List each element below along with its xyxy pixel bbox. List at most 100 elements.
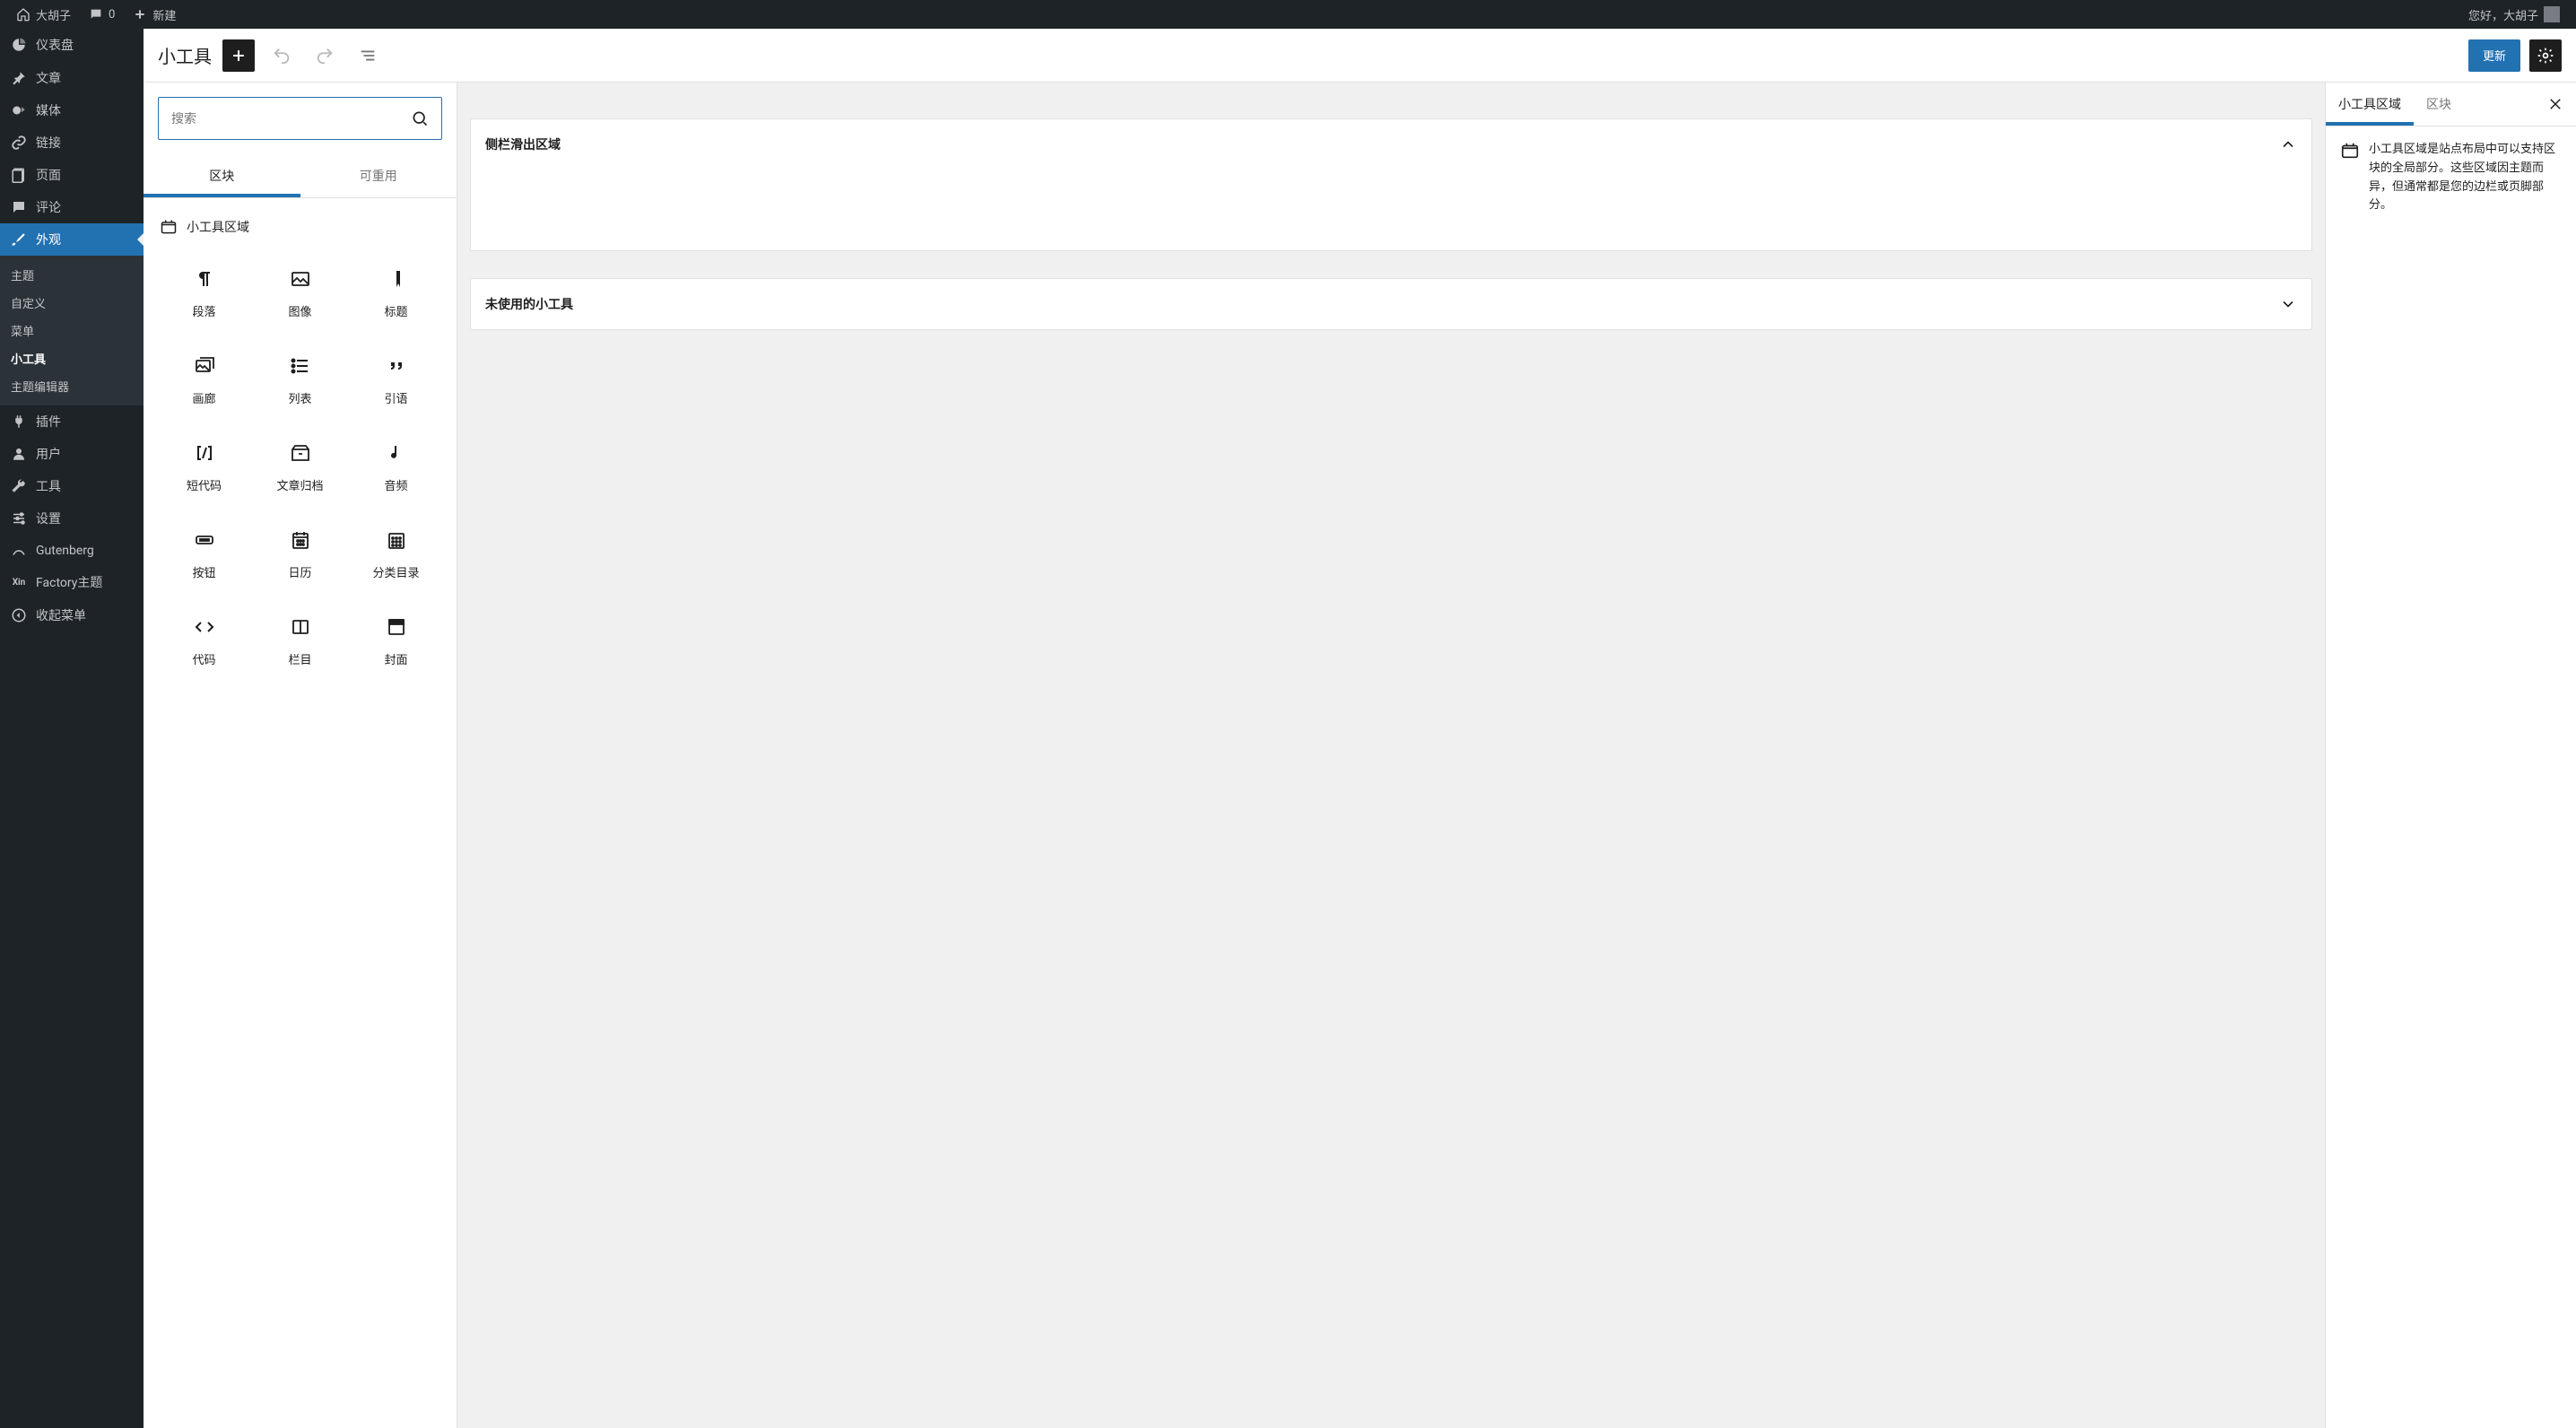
submenu-customize[interactable]: 自定义 [0,289,144,317]
sidebar-item-collapse[interactable]: 收起菜单 [0,599,144,631]
widget-area-slideout: 侧栏滑出区域 [470,118,2312,251]
update-button[interactable]: 更新 [2468,39,2520,72]
sidebar-item-label: 收起菜单 [36,606,86,624]
sidebar-item-media[interactable]: 媒体 [0,94,144,126]
comment-icon [89,7,103,22]
tab-widget-area[interactable]: 小工具区域 [2326,83,2414,126]
block-calendar[interactable]: 日历 [254,513,346,596]
submenu-theme-editor[interactable]: 主题编辑器 [0,372,144,400]
submenu-themes[interactable]: 主题 [0,261,144,289]
sidebar-item-settings[interactable]: 设置 [0,502,144,535]
settings-toggle-button[interactable] [2529,39,2562,72]
cover-icon [386,616,407,638]
sidebar-item-label: 设置 [36,509,61,527]
widget-area-title: 侧栏滑出区域 [485,135,561,153]
new-label: 新建 [152,6,176,23]
sidebar-item-label: 用户 [36,445,61,463]
block-grid: 段落 图像 标题 画廊 [158,252,442,684]
block-gallery[interactable]: 画廊 [158,339,250,422]
page-title: 小工具 [158,42,212,68]
avatar [2544,6,2560,22]
admin-bar: 大胡子 0 新建 您好，大胡子 [0,0,2576,29]
sidebar-item-appearance[interactable]: 外观 [0,223,144,256]
block-shortcode[interactable]: 短代码 [158,426,250,509]
chevron-down-icon [2279,295,2297,313]
add-block-button[interactable] [222,39,255,72]
sidebar-item-label: Factory主题 [36,573,102,591]
categories-icon [386,529,407,551]
tab-reusable[interactable]: 可重用 [300,154,457,197]
sidebar-item-posts[interactable]: 文章 [0,62,144,94]
comments-count: 0 [109,8,115,22]
sidebar-item-label: 链接 [36,134,61,152]
sidebar-item-label: 文章 [36,69,61,87]
archive-icon [290,442,311,464]
shortcode-icon [194,442,215,464]
block-paragraph[interactable]: 段落 [158,252,250,335]
appearance-submenu: 主题 自定义 菜单 小工具 主题编辑器 [0,256,144,405]
search-input[interactable] [171,111,411,126]
sidebar-item-label: 评论 [36,198,61,216]
block-image[interactable]: 图像 [254,252,346,335]
inserter-content[interactable]: 小工具区域 段落 图像 标题 [144,198,457,1428]
button-icon [194,529,215,551]
block-button[interactable]: 按钮 [158,513,250,596]
calendar-icon [290,529,311,551]
block-quote[interactable]: 引语 [350,339,442,422]
sidebar-item-label: 插件 [36,413,61,431]
new-link[interactable]: 新建 [124,0,185,29]
redo-button[interactable] [309,39,341,72]
sidebar-item-comments[interactable]: 评论 [0,191,144,223]
inserter-search[interactable] [158,97,442,140]
tab-block[interactable]: 区块 [2414,83,2464,126]
widget-area-header[interactable]: 未使用的小工具 [471,279,2311,329]
greeting-text: 您好，大胡子 [2468,6,2538,23]
block-archives[interactable]: 文章归档 [254,426,346,509]
sidebar-item-gutenberg[interactable]: Gutenberg [0,536,144,566]
canvas[interactable]: 侧栏滑出区域 未使用的小工具 [457,83,2325,1428]
submenu-menus[interactable]: 菜单 [0,317,144,344]
dashboard-icon [11,37,27,53]
block-code[interactable]: 代码 [158,600,250,684]
block-audio[interactable]: 音频 [350,426,442,509]
sidebar-item-factory[interactable]: Xin Factory主题 [0,566,144,598]
undo-button[interactable] [265,39,298,72]
editor-header: 小工具 更新 [144,29,2576,83]
close-settings-button[interactable] [2535,96,2576,112]
sidebar-item-label: Gutenberg [36,544,94,558]
sidebar-item-plugins[interactable]: 插件 [0,405,144,438]
site-home-link[interactable]: 大胡子 [7,0,80,29]
sidebar-item-dashboard[interactable]: 仪表盘 [0,29,144,61]
block-list[interactable]: 列表 [254,339,346,422]
submenu-widgets[interactable]: 小工具 [0,344,144,372]
heading-icon [386,268,407,290]
sidebar-item-label: 工具 [36,477,61,495]
gutenberg-icon [11,543,27,559]
gallery-icon [194,355,215,377]
sidebar-item-tools[interactable]: 工具 [0,470,144,502]
plug-icon [11,414,27,430]
settings-description: 小工具区域是站点布局中可以支持区块的全局部分。这些区域因主题而异，但通常都是您的… [2369,141,2562,215]
sidebar-item-pages[interactable]: 页面 [0,159,144,191]
comment-icon [11,199,27,215]
image-icon [290,268,311,290]
comments-link[interactable]: 0 [80,0,124,29]
wrench-icon [11,478,27,494]
settings-body: 小工具区域是站点布局中可以支持区块的全局部分。这些区域因主题而异，但通常都是您的… [2326,126,2576,230]
plus-icon [133,7,147,22]
block-columns[interactable]: 栏目 [254,600,346,684]
sidebar-item-users[interactable]: 用户 [0,438,144,470]
widget-area-header[interactable]: 侧栏滑出区域 [471,119,2311,170]
sidebar-item-links[interactable]: 链接 [0,126,144,159]
user-greeting[interactable]: 您好，大胡子 [2459,0,2569,29]
page-icon [11,167,27,183]
pin-icon [11,70,27,86]
block-cover[interactable]: 封面 [350,600,442,684]
tab-blocks[interactable]: 区块 [144,154,300,197]
list-view-button[interactable] [352,39,384,72]
widget-area-body[interactable] [471,170,2311,250]
block-heading[interactable]: 标题 [350,252,442,335]
site-name: 大胡子 [36,6,71,23]
block-inserter: 区块 可重用 小工具区域 段落 [144,83,457,1428]
block-categories[interactable]: 分类目录 [350,513,442,596]
